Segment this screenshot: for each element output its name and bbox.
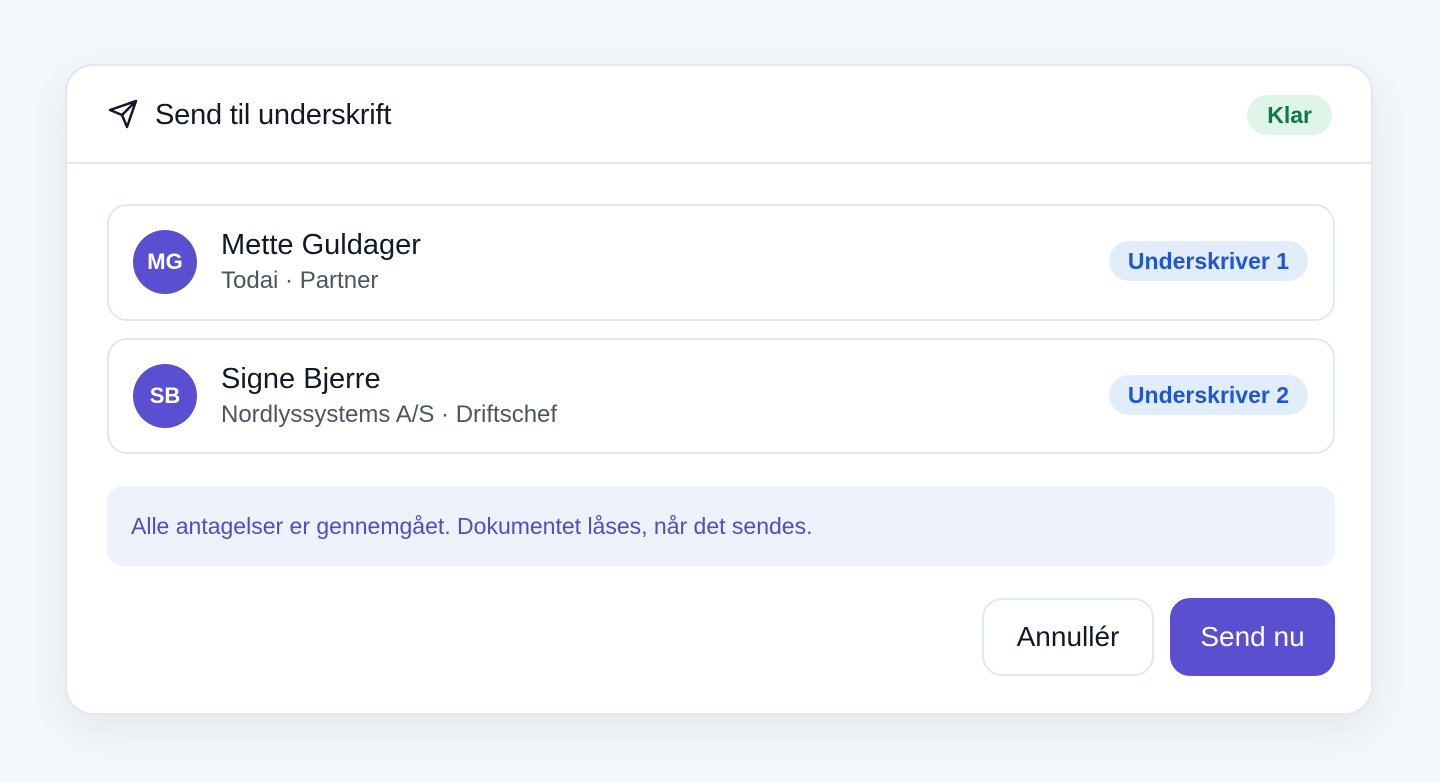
signer-name: Signe Bjerre xyxy=(221,363,381,395)
send-for-signature-dialog: Send til underskrift Klar MG Mette Gulda… xyxy=(65,64,1373,715)
signer-order-badge: Underskriver 1 xyxy=(1108,241,1308,281)
signer-company-role: Nordlyssystems A/S · Driftschef xyxy=(221,401,558,428)
cancel-button[interactable]: Annullér xyxy=(982,598,1154,676)
avatar: MG xyxy=(133,230,197,294)
paper-plane-icon xyxy=(107,98,139,130)
signer-company-role: Todai · Partner xyxy=(221,267,379,294)
send-now-button[interactable]: Send nu xyxy=(1170,598,1335,676)
status-badge: Klar xyxy=(1247,95,1332,135)
dialog-header: Send til underskrift Klar xyxy=(67,66,1371,164)
signer-card: MG Mette Guldager Todai · Partner Unders… xyxy=(107,204,1335,321)
signer-card: SB Signe Bjerre Nordlyssystems A/S · Dri… xyxy=(107,338,1335,454)
avatar: SB xyxy=(133,364,197,428)
signer-order-badge: Underskriver 2 xyxy=(1108,375,1308,415)
review-note: Alle antagelser er gennemgået. Dokumente… xyxy=(107,486,1335,566)
dialog-title: Send til underskrift xyxy=(155,99,392,131)
signer-name: Mette Guldager xyxy=(221,229,421,261)
